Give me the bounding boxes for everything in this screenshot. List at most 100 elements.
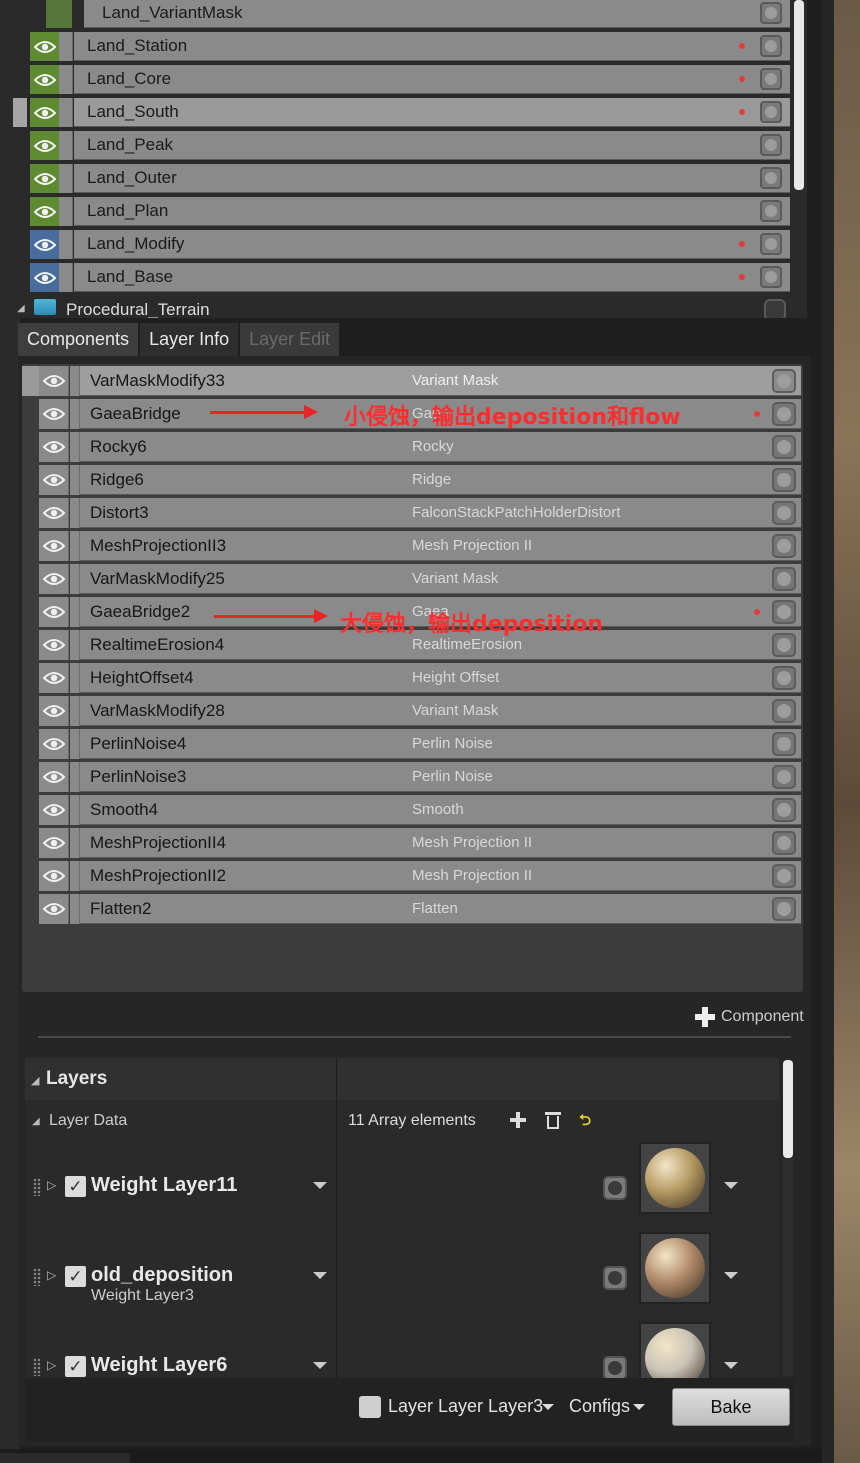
collapse-triangle-icon[interactable]: ◢ (32, 1116, 40, 1127)
component-toggle-icon[interactable] (772, 468, 796, 492)
drag-handle[interactable] (59, 263, 73, 292)
layers-header[interactable]: ◢ Layers (25, 1058, 779, 1100)
layer-toggle-icon[interactable] (603, 1266, 627, 1290)
outliner-row[interactable]: Land_South (12, 97, 807, 128)
component-toggle-icon[interactable] (772, 402, 796, 426)
eye-icon[interactable] (30, 164, 59, 193)
drag-handle[interactable] (70, 498, 80, 528)
drag-handle[interactable] (59, 131, 73, 160)
reset-arrow-icon[interactable]: ⮌ (579, 1110, 591, 1135)
chevron-down-icon[interactable] (724, 1272, 738, 1279)
chevron-down-icon[interactable] (313, 1272, 327, 1279)
layer-toggle-icon[interactable] (603, 1176, 627, 1200)
eye-icon[interactable] (39, 498, 69, 528)
component-toggle-icon[interactable] (772, 600, 796, 624)
component-toggle-icon[interactable] (772, 732, 796, 756)
drag-handle[interactable] (70, 564, 80, 594)
component-toggle-icon[interactable] (772, 765, 796, 789)
drag-handle[interactable] (70, 465, 80, 495)
expand-triangle-icon[interactable]: ▷ (47, 1268, 56, 1282)
eye-icon[interactable] (39, 861, 69, 891)
eye-icon[interactable] (39, 696, 69, 726)
chevron-down-icon[interactable] (724, 1182, 738, 1189)
eye-icon[interactable] (30, 98, 59, 127)
component-toggle-icon[interactable] (772, 666, 796, 690)
eye-icon[interactable] (39, 630, 69, 660)
drag-handle[interactable] (70, 663, 80, 693)
drag-handle[interactable] (59, 32, 73, 61)
component-toggle-icon[interactable] (772, 501, 796, 525)
drag-handle[interactable] (70, 696, 80, 726)
drag-handle[interactable] (70, 894, 80, 924)
expand-triangle-icon[interactable]: ▷ (47, 1358, 56, 1372)
drag-handle[interactable] (70, 762, 80, 792)
component-row[interactable]: Distort3 FalconStackPatchHolderDistort (39, 497, 801, 528)
component-toggle-icon[interactable] (772, 633, 796, 657)
visibility-toggle-icon[interactable] (760, 68, 782, 90)
outliner-row[interactable]: Land_Core (12, 64, 807, 95)
chevron-down-icon[interactable] (724, 1362, 738, 1369)
drag-handle[interactable] (70, 828, 80, 858)
eye-icon[interactable] (39, 828, 69, 858)
eye-icon[interactable] (30, 230, 59, 259)
eye-icon[interactable] (39, 894, 69, 924)
outliner-row[interactable]: Land_Station (12, 31, 807, 62)
layer-toggle-icon[interactable] (603, 1356, 627, 1380)
drag-handle[interactable] (59, 65, 73, 94)
outliner-row[interactable]: Land_Modify (12, 229, 807, 260)
component-row[interactable]: MeshProjectionII2 Mesh Projection II (39, 860, 801, 891)
component-row[interactable]: VarMaskModify28 Variant Mask (39, 695, 801, 726)
outliner-row-partial[interactable]: Land_VariantMask (12, 0, 807, 29)
material-thumbnail[interactable] (639, 1142, 711, 1214)
eye-icon[interactable] (30, 263, 59, 292)
chevron-down-icon[interactable] (313, 1362, 327, 1369)
eye-icon[interactable] (39, 729, 69, 759)
trash-icon[interactable] (545, 1111, 561, 1129)
visibility-toggle-icon[interactable] (760, 101, 782, 123)
drag-handle[interactable] (70, 630, 80, 660)
component-toggle-icon[interactable] (772, 567, 796, 591)
visibility-toggle-icon[interactable] (760, 2, 782, 24)
drag-grip-icon[interactable] (33, 1358, 41, 1376)
component-row[interactable]: VarMaskModify33 Variant Mask (22, 365, 801, 396)
drag-handle[interactable] (59, 98, 73, 127)
add-component-button[interactable]: Component (695, 1007, 804, 1027)
eye-icon[interactable] (39, 531, 69, 561)
layer-enabled-checkbox[interactable]: ✓ (65, 1266, 86, 1287)
component-row[interactable]: PerlinNoise4 Perlin Noise (39, 728, 801, 759)
expand-triangle-icon[interactable]: ▷ (47, 1178, 56, 1192)
eye-icon[interactable] (39, 597, 69, 627)
component-row[interactable]: Rocky6 Rocky (39, 431, 801, 462)
eye-icon[interactable] (39, 762, 69, 792)
outliner-row[interactable]: Land_Base (12, 262, 807, 293)
component-toggle-icon[interactable] (772, 798, 796, 822)
eye-icon[interactable] (30, 131, 59, 160)
drag-handle[interactable] (59, 230, 73, 259)
drag-handle[interactable] (70, 366, 80, 396)
visibility-toggle-icon[interactable] (760, 134, 782, 156)
collapse-triangle-icon[interactable]: ◢ (17, 303, 25, 314)
visibility-toggle-icon[interactable] (760, 266, 782, 288)
bake-button[interactable]: Bake (672, 1388, 790, 1426)
drag-handle[interactable] (70, 729, 80, 759)
layer-checkbox[interactable] (359, 1396, 381, 1418)
drag-handle[interactable] (59, 164, 73, 193)
layers-scrollbar[interactable] (783, 1060, 793, 1158)
component-toggle-icon[interactable] (772, 435, 796, 459)
tab-layer-info[interactable]: Layer Info (140, 323, 239, 356)
eye-icon[interactable] (39, 663, 69, 693)
add-element-icon[interactable] (510, 1112, 526, 1128)
layer-selector[interactable]: Layer Layer Layer3 (388, 1396, 543, 1417)
drag-grip-icon[interactable] (33, 1178, 41, 1196)
drag-handle[interactable] (70, 432, 80, 462)
outliner-row[interactable]: Land_Peak (12, 130, 807, 161)
eye-icon[interactable] (39, 795, 69, 825)
component-row[interactable]: Ridge6 Ridge (39, 464, 801, 495)
outliner-row[interactable]: Land_Outer (12, 163, 807, 194)
visibility-toggle-icon[interactable] (760, 200, 782, 222)
component-row[interactable]: MeshProjectionII3 Mesh Projection II (39, 530, 801, 561)
eye-icon[interactable] (30, 197, 59, 226)
component-row[interactable]: MeshProjectionII4 Mesh Projection II (39, 827, 801, 858)
component-row[interactable]: HeightOffset4 Height Offset (39, 662, 801, 693)
visibility-toggle-icon[interactable] (760, 35, 782, 57)
